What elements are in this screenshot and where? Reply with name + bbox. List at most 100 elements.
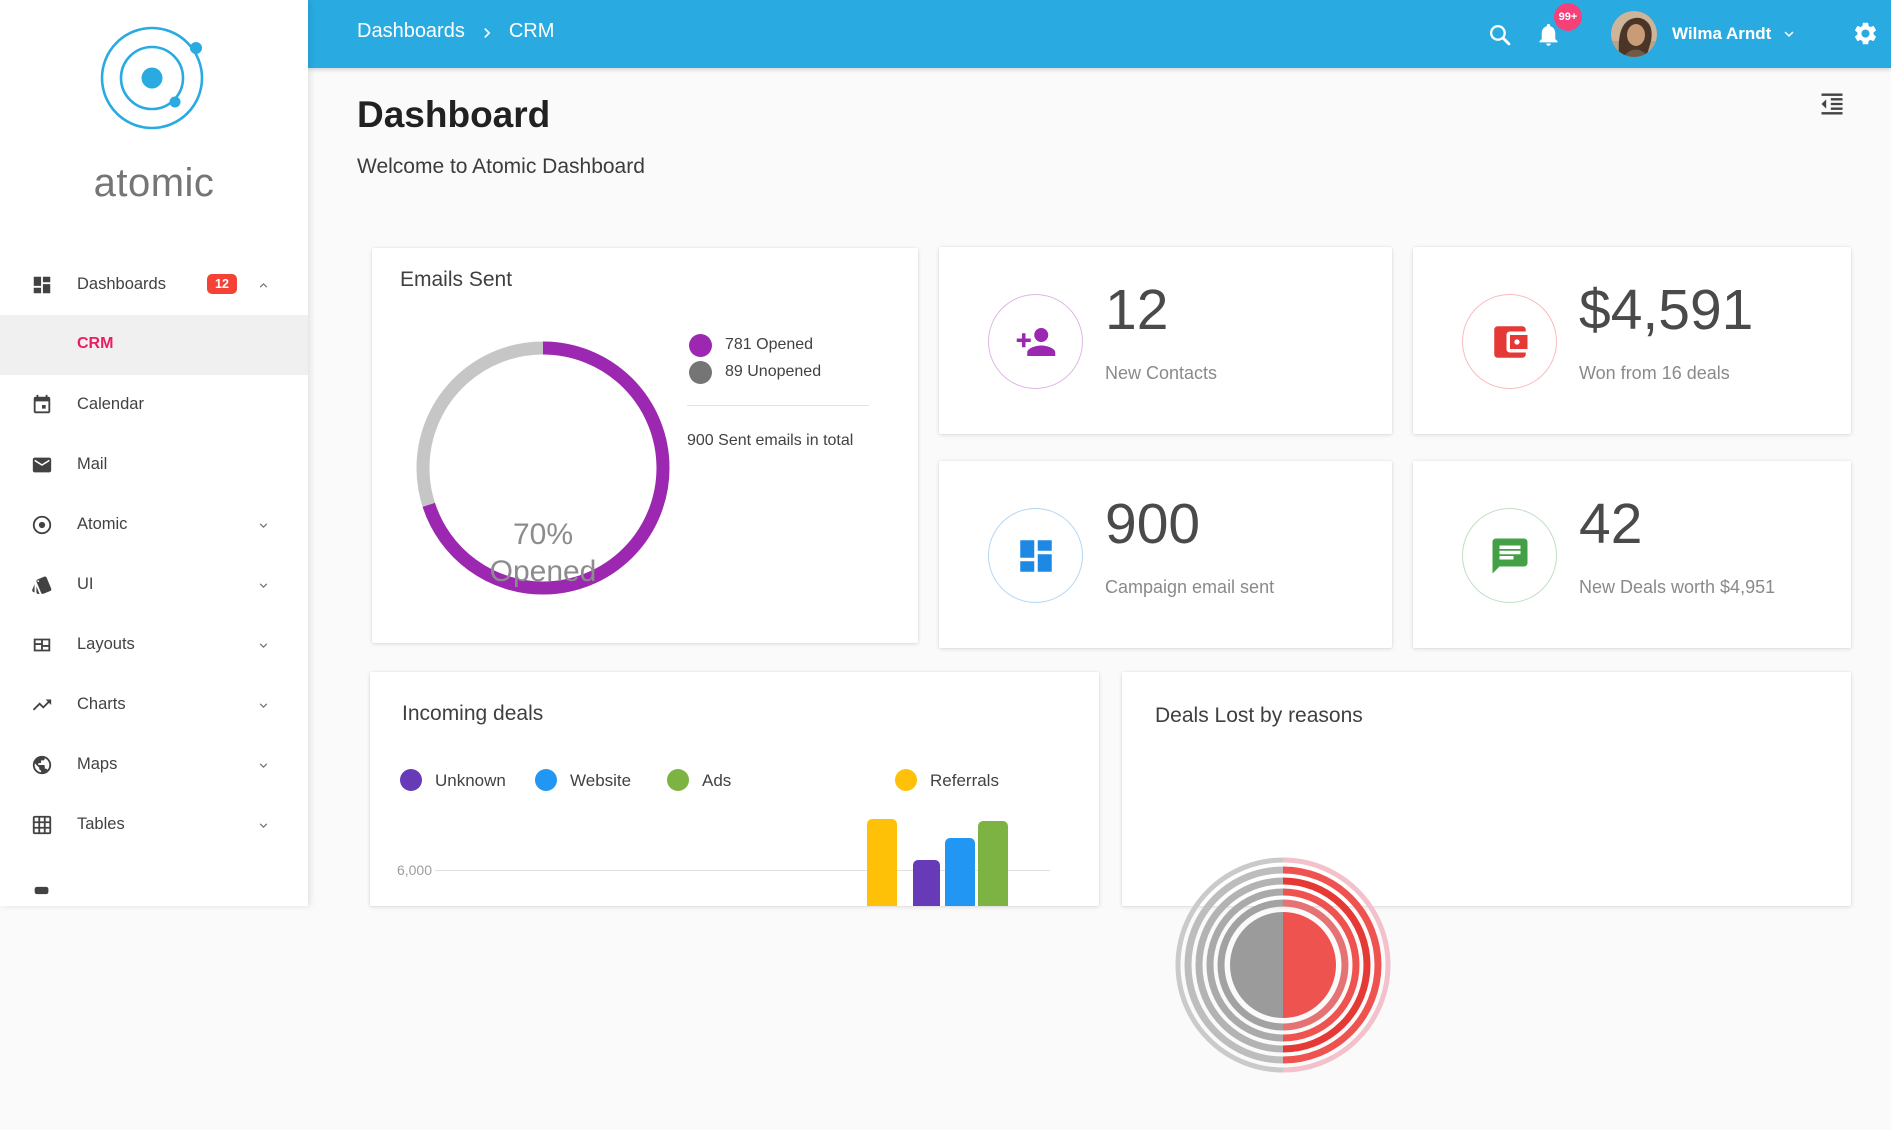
sidebar-item-atomic[interactable]: Atomic xyxy=(0,495,308,555)
card-title: Incoming deals xyxy=(402,702,543,726)
sidebar-item-label: Mail xyxy=(77,455,107,474)
stat-label: New Contacts xyxy=(1105,363,1217,384)
donut-center-label: Opened xyxy=(433,553,653,590)
indent-decrease-icon[interactable] xyxy=(1818,90,1846,118)
partial-icon xyxy=(31,874,53,896)
page-subtitle: Welcome to Atomic Dashboard xyxy=(357,155,645,179)
chevron-down-icon xyxy=(256,578,271,593)
chart-icon xyxy=(31,694,53,716)
dashboard-icon xyxy=(988,508,1083,603)
sidebar-item-label: Charts xyxy=(77,695,126,714)
legend-dot-website xyxy=(535,769,557,791)
chevron-down-icon xyxy=(256,518,271,533)
style-icon xyxy=(31,574,53,596)
stat-value: 900 xyxy=(1105,491,1200,557)
sidebar-item-charts[interactable]: Charts xyxy=(0,675,308,735)
table-icon xyxy=(31,814,53,836)
sidebar: atomic Dashboards 12 CRM Calendar Mail Atomic… xyxy=(0,0,308,906)
atom-logo-icon xyxy=(84,16,224,154)
stat-card-campaign-emails: 900 Campaign email sent xyxy=(939,461,1392,648)
gear-icon[interactable] xyxy=(1852,20,1879,47)
sidebar-item-mail[interactable]: Mail xyxy=(0,435,308,495)
legend-dot-referrals xyxy=(895,769,917,791)
app-logo[interactable]: atomic xyxy=(0,0,308,206)
legend-item: 89 Unopened xyxy=(689,360,821,384)
legend-label: 89 Unopened xyxy=(725,363,821,381)
mail-icon xyxy=(31,454,53,476)
globe-icon xyxy=(31,754,53,776)
stat-card-won-deals: $4,591 Won from 16 deals xyxy=(1413,247,1851,434)
sidebar-item-maps[interactable]: Maps xyxy=(0,735,308,795)
chevron-up-icon xyxy=(256,278,271,293)
person-add-icon xyxy=(988,294,1083,389)
sidebar-item-label: Dashboards xyxy=(77,275,166,294)
chevron-down-icon xyxy=(256,818,271,833)
notifications-badge[interactable]: 99+ xyxy=(1554,3,1582,31)
bar-unknown xyxy=(913,860,940,906)
sidebar-item-crm[interactable]: CRM xyxy=(0,315,308,375)
layout-icon xyxy=(31,634,53,656)
sidebar-item-ui[interactable]: UI xyxy=(0,555,308,615)
emails-sent-card: Emails Sent 70% Opened 781 Opened 89 Uno… xyxy=(372,248,918,643)
stat-card-new-contacts: 12 New Contacts xyxy=(939,247,1392,434)
sidebar-item-calendar[interactable]: Calendar xyxy=(0,375,308,435)
page-title: Dashboard xyxy=(357,94,550,136)
sidebar-badge: 12 xyxy=(207,274,237,294)
sidebar-item-label: Layouts xyxy=(77,635,135,654)
stat-value: 12 xyxy=(1105,277,1168,343)
incoming-deals-card: Incoming deals Unknown Website Ads Referral… xyxy=(370,672,1099,906)
sidebar-item-dashboards[interactable]: Dashboards 12 xyxy=(0,255,308,315)
sidebar-item-label: Tables xyxy=(77,815,125,834)
breadcrumb-current[interactable]: CRM xyxy=(509,20,555,43)
legend-label: Ads xyxy=(702,771,731,791)
sidebar-item-label: Atomic xyxy=(77,515,127,534)
sidebar-item-label: Maps xyxy=(77,755,117,774)
card-title: Deals Lost by reasons xyxy=(1155,704,1363,728)
chevron-down-icon[interactable] xyxy=(1780,25,1798,43)
deals-lost-radial-chart xyxy=(1118,800,1448,1130)
sidebar-item-tables[interactable]: Tables xyxy=(0,795,308,855)
sidebar-item-partial[interactable] xyxy=(0,855,308,915)
legend-dot-unopened xyxy=(689,361,712,384)
logo-text: atomic xyxy=(0,161,308,206)
breadcrumb-parent[interactable]: Dashboards xyxy=(357,20,465,43)
wallet-icon xyxy=(1462,294,1557,389)
chat-icon xyxy=(1462,508,1557,603)
user-name[interactable]: Wilma Arndt xyxy=(1672,24,1771,44)
legend-label: Unknown xyxy=(435,771,506,791)
stat-label: New Deals worth $4,951 xyxy=(1579,577,1775,598)
axis-tick-label: 6,000 xyxy=(384,862,432,878)
stat-value: $4,591 xyxy=(1579,277,1753,343)
legend-dot-unknown xyxy=(400,769,422,791)
stat-card-new-deals: 42 New Deals worth $4,951 xyxy=(1413,461,1851,648)
stat-label: Won from 16 deals xyxy=(1579,363,1730,384)
bar-referrals xyxy=(867,819,897,906)
divider xyxy=(687,405,869,406)
dashboard-grid-icon xyxy=(31,274,53,296)
legend-dot-opened xyxy=(689,334,712,357)
legend-label: 781 Opened xyxy=(725,336,813,354)
chevron-right-icon xyxy=(477,21,497,43)
sidebar-item-layouts[interactable]: Layouts xyxy=(0,615,308,675)
legend-item: 781 Opened xyxy=(689,333,813,357)
chevron-down-icon xyxy=(256,758,271,773)
deals-lost-card: Deals Lost by reasons xyxy=(1122,672,1851,906)
sidebar-item-label: Calendar xyxy=(77,395,144,414)
card-title: Emails Sent xyxy=(400,268,512,292)
chevron-down-icon xyxy=(256,638,271,653)
calendar-icon xyxy=(31,394,53,416)
stat-value: 42 xyxy=(1579,491,1642,557)
bar-ads xyxy=(978,821,1008,906)
stat-label: Campaign email sent xyxy=(1105,577,1274,598)
chevron-down-icon xyxy=(256,698,271,713)
avatar[interactable] xyxy=(1611,11,1657,57)
legend-dot-ads xyxy=(667,769,689,791)
legend-label: Website xyxy=(570,771,631,791)
donut-center-value: 70% xyxy=(433,516,653,553)
sidebar-nav: Dashboards 12 CRM Calendar Mail Atomic UI Layou… xyxy=(0,255,308,915)
topbar: Dashboards CRM 99+ Wilma Arndt xyxy=(308,0,1891,68)
search-icon[interactable] xyxy=(1487,22,1512,47)
legend-label: Referrals xyxy=(930,771,999,791)
sidebar-item-label: CRM xyxy=(77,335,113,353)
bar-website xyxy=(945,838,975,906)
